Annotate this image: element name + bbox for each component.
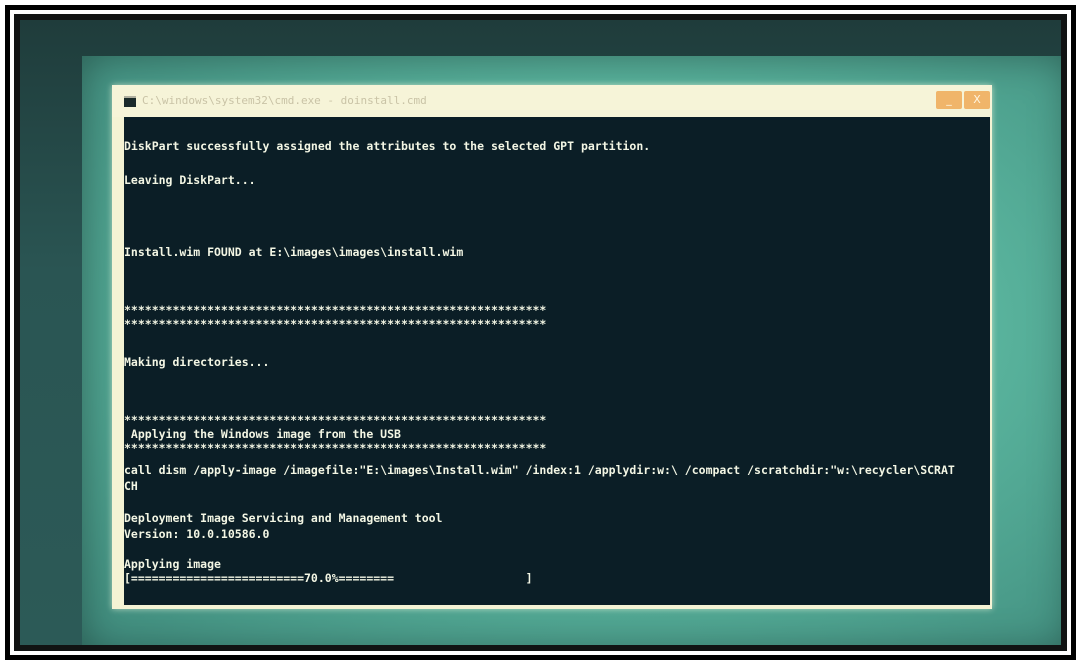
minimize-button[interactable]: _ [936, 91, 962, 109]
progress-line: [=========================70.0%======== … [124, 571, 533, 585]
separator-line: ****************************************… [124, 317, 547, 331]
cmd-window[interactable]: C:\windows\system32\cmd.exe - doinstall.… [112, 85, 992, 609]
window-titlebar[interactable]: C:\windows\system32\cmd.exe - doinstall.… [112, 85, 992, 117]
console-line: Leaving DiskPart... [124, 173, 256, 187]
console-line: Applying the Windows image from the USB [124, 427, 401, 441]
separator-line: ****************************************… [124, 441, 547, 455]
console-output[interactable]: DiskPart successfully assigned the attri… [124, 117, 990, 605]
window-title: C:\windows\system32\cmd.exe - doinstall.… [142, 94, 427, 107]
console-line: DiskPart successfully assigned the attri… [124, 139, 651, 153]
console-line: call dism /apply-image /imagefile:"E:\im… [124, 463, 955, 477]
separator-line: ****************************************… [124, 413, 547, 427]
close-button[interactable]: X [964, 91, 990, 109]
separator-line: ****************************************… [124, 303, 547, 317]
console-line: Deployment Image Servicing and Managemen… [124, 511, 443, 525]
console-line: Install.wim FOUND at E:\images\images\in… [124, 245, 464, 259]
console-line: CH [124, 479, 138, 493]
console-line: Applying image [124, 557, 221, 571]
cmd-icon [124, 96, 136, 107]
console-line: Making directories... [124, 355, 270, 369]
console-line: Version: 10.0.10586.0 [124, 527, 270, 541]
